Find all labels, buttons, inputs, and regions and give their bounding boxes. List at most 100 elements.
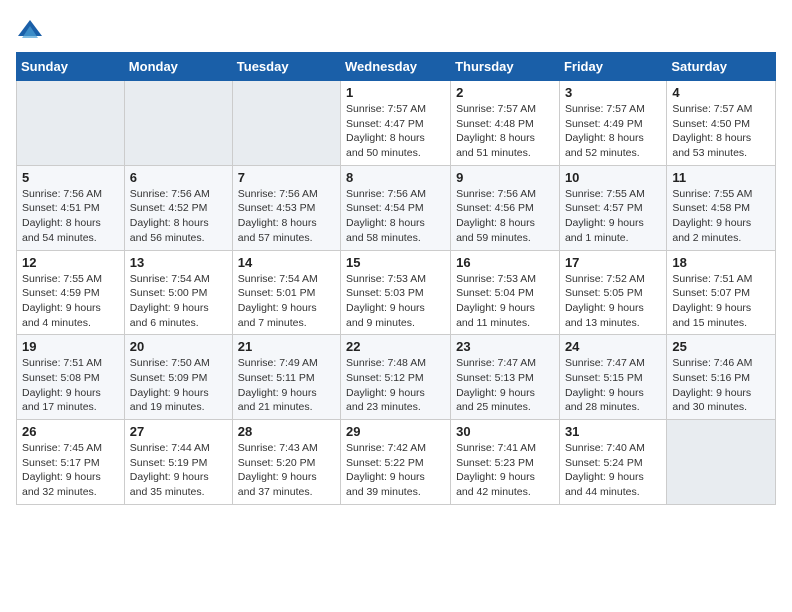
day-number: 1 bbox=[346, 85, 445, 100]
day-info: Sunrise: 7:57 AM Sunset: 4:48 PM Dayligh… bbox=[456, 102, 554, 161]
day-number: 30 bbox=[456, 424, 554, 439]
calendar-cell: 9 Sunrise: 7:56 AM Sunset: 4:56 PM Daylig… bbox=[451, 165, 560, 250]
day-info: Sunrise: 7:54 AM Sunset: 5:00 PM Dayligh… bbox=[130, 272, 227, 331]
calendar-cell: 3 Sunrise: 7:57 AM Sunset: 4:49 PM Daylig… bbox=[559, 81, 666, 166]
calendar-cell: 21 Sunrise: 7:49 AM Sunset: 5:11 PM Dayli… bbox=[232, 335, 340, 420]
day-number: 3 bbox=[565, 85, 661, 100]
calendar-cell: 4Sunrise: 7:57 AM Sunset: 4:50 PM Daylig… bbox=[667, 81, 776, 166]
day-number: 26 bbox=[22, 424, 119, 439]
day-info: Sunrise: 7:55 AM Sunset: 4:59 PM Dayligh… bbox=[22, 272, 119, 331]
day-number: 7 bbox=[238, 170, 335, 185]
day-number: 27 bbox=[130, 424, 227, 439]
day-info: Sunrise: 7:56 AM Sunset: 4:52 PM Dayligh… bbox=[130, 187, 227, 246]
calendar-cell: 13 Sunrise: 7:54 AM Sunset: 5:00 PM Dayli… bbox=[124, 250, 232, 335]
day-number: 10 bbox=[565, 170, 661, 185]
day-info: Sunrise: 7:54 AM Sunset: 5:01 PM Dayligh… bbox=[238, 272, 335, 331]
day-number: 11 bbox=[672, 170, 770, 185]
day-number: 25 bbox=[672, 339, 770, 354]
day-number: 23 bbox=[456, 339, 554, 354]
day-info: Sunrise: 7:55 AM Sunset: 4:57 PM Dayligh… bbox=[565, 187, 661, 246]
calendar-cell: 30 Sunrise: 7:41 AM Sunset: 5:23 PM Dayli… bbox=[451, 420, 560, 505]
calendar-cell: 15 Sunrise: 7:53 AM Sunset: 5:03 PM Dayli… bbox=[341, 250, 451, 335]
day-info: Sunrise: 7:47 AM Sunset: 5:13 PM Dayligh… bbox=[456, 356, 554, 415]
calendar-cell: 27 Sunrise: 7:44 AM Sunset: 5:19 PM Dayli… bbox=[124, 420, 232, 505]
calendar-cell: 22 Sunrise: 7:48 AM Sunset: 5:12 PM Dayli… bbox=[341, 335, 451, 420]
day-number: 16 bbox=[456, 255, 554, 270]
day-number: 12 bbox=[22, 255, 119, 270]
day-info: Sunrise: 7:50 AM Sunset: 5:09 PM Dayligh… bbox=[130, 356, 227, 415]
day-number: 14 bbox=[238, 255, 335, 270]
calendar-cell: 24 Sunrise: 7:47 AM Sunset: 5:15 PM Dayli… bbox=[559, 335, 666, 420]
calendar-cell: 18 Sunrise: 7:51 AM Sunset: 5:07 PM Dayli… bbox=[667, 250, 776, 335]
day-number: 19 bbox=[22, 339, 119, 354]
day-info: Sunrise: 7:56 AM Sunset: 4:51 PM Dayligh… bbox=[22, 187, 119, 246]
calendar-cell: 10 Sunrise: 7:55 AM Sunset: 4:57 PM Dayli… bbox=[559, 165, 666, 250]
day-info: Sunrise: 7:53 AM Sunset: 5:03 PM Dayligh… bbox=[346, 272, 445, 331]
calendar-day-header: Sunday bbox=[17, 53, 125, 81]
calendar-cell bbox=[667, 420, 776, 505]
calendar-day-header: Monday bbox=[124, 53, 232, 81]
calendar-cell: 11 Sunrise: 7:55 AM Sunset: 4:58 PM Dayli… bbox=[667, 165, 776, 250]
calendar-day-header: Tuesday bbox=[232, 53, 340, 81]
calendar-day-header: Saturday bbox=[667, 53, 776, 81]
calendar-cell: 12 Sunrise: 7:55 AM Sunset: 4:59 PM Dayli… bbox=[17, 250, 125, 335]
calendar-cell bbox=[232, 81, 340, 166]
calendar-day-header: Wednesday bbox=[341, 53, 451, 81]
logo-icon bbox=[16, 16, 44, 44]
calendar-cell: 16 Sunrise: 7:53 AM Sunset: 5:04 PM Dayli… bbox=[451, 250, 560, 335]
day-number: 20 bbox=[130, 339, 227, 354]
calendar-cell bbox=[17, 81, 125, 166]
calendar-cell: 31 Sunrise: 7:40 AM Sunset: 5:24 PM Dayli… bbox=[559, 420, 666, 505]
day-info: Sunrise: 7:57 AM Sunset: 4:47 PM Dayligh… bbox=[346, 102, 445, 161]
calendar-week-row: 5 Sunrise: 7:56 AM Sunset: 4:51 PM Daylig… bbox=[17, 165, 776, 250]
day-info: Sunrise: 7:57 AM Sunset: 4:50 PM Dayligh… bbox=[672, 102, 770, 161]
day-info: Sunrise: 7:44 AM Sunset: 5:19 PM Dayligh… bbox=[130, 441, 227, 500]
calendar-day-header: Friday bbox=[559, 53, 666, 81]
day-info: Sunrise: 7:56 AM Sunset: 4:56 PM Dayligh… bbox=[456, 187, 554, 246]
day-number: 24 bbox=[565, 339, 661, 354]
day-number: 8 bbox=[346, 170, 445, 185]
day-number: 9 bbox=[456, 170, 554, 185]
day-number: 15 bbox=[346, 255, 445, 270]
calendar-cell: 5 Sunrise: 7:56 AM Sunset: 4:51 PM Daylig… bbox=[17, 165, 125, 250]
day-number: 29 bbox=[346, 424, 445, 439]
day-info: Sunrise: 7:53 AM Sunset: 5:04 PM Dayligh… bbox=[456, 272, 554, 331]
day-number: 31 bbox=[565, 424, 661, 439]
calendar-cell: 8 Sunrise: 7:56 AM Sunset: 4:54 PM Daylig… bbox=[341, 165, 451, 250]
calendar-week-row: 12 Sunrise: 7:55 AM Sunset: 4:59 PM Dayli… bbox=[17, 250, 776, 335]
calendar-cell: 7Sunrise: 7:56 AM Sunset: 4:53 PM Daylig… bbox=[232, 165, 340, 250]
calendar-cell: 1 Sunrise: 7:57 AM Sunset: 4:47 PM Daylig… bbox=[341, 81, 451, 166]
day-info: Sunrise: 7:57 AM Sunset: 4:49 PM Dayligh… bbox=[565, 102, 661, 161]
day-info: Sunrise: 7:52 AM Sunset: 5:05 PM Dayligh… bbox=[565, 272, 661, 331]
day-info: Sunrise: 7:49 AM Sunset: 5:11 PM Dayligh… bbox=[238, 356, 335, 415]
day-number: 18 bbox=[672, 255, 770, 270]
day-info: Sunrise: 7:43 AM Sunset: 5:20 PM Dayligh… bbox=[238, 441, 335, 500]
calendar-cell: 17 Sunrise: 7:52 AM Sunset: 5:05 PM Dayli… bbox=[559, 250, 666, 335]
day-info: Sunrise: 7:55 AM Sunset: 4:58 PM Dayligh… bbox=[672, 187, 770, 246]
calendar-week-row: 26Sunrise: 7:45 AM Sunset: 5:17 PM Dayli… bbox=[17, 420, 776, 505]
day-number: 22 bbox=[346, 339, 445, 354]
day-number: 17 bbox=[565, 255, 661, 270]
calendar-cell: 28 Sunrise: 7:43 AM Sunset: 5:20 PM Dayli… bbox=[232, 420, 340, 505]
calendar-cell: 19Sunrise: 7:51 AM Sunset: 5:08 PM Dayli… bbox=[17, 335, 125, 420]
calendar-cell: 23 Sunrise: 7:47 AM Sunset: 5:13 PM Dayli… bbox=[451, 335, 560, 420]
day-info: Sunrise: 7:56 AM Sunset: 4:54 PM Dayligh… bbox=[346, 187, 445, 246]
calendar-cell: 29Sunrise: 7:42 AM Sunset: 5:22 PM Dayli… bbox=[341, 420, 451, 505]
day-info: Sunrise: 7:41 AM Sunset: 5:23 PM Dayligh… bbox=[456, 441, 554, 500]
calendar-table: SundayMondayTuesdayWednesdayThursdayFrid… bbox=[16, 52, 776, 505]
calendar-cell: 20 Sunrise: 7:50 AM Sunset: 5:09 PM Dayli… bbox=[124, 335, 232, 420]
day-number: 21 bbox=[238, 339, 335, 354]
day-number: 28 bbox=[238, 424, 335, 439]
day-number: 13 bbox=[130, 255, 227, 270]
day-info: Sunrise: 7:48 AM Sunset: 5:12 PM Dayligh… bbox=[346, 356, 445, 415]
day-number: 5 bbox=[22, 170, 119, 185]
day-info: Sunrise: 7:47 AM Sunset: 5:15 PM Dayligh… bbox=[565, 356, 661, 415]
calendar-week-row: 19Sunrise: 7:51 AM Sunset: 5:08 PM Dayli… bbox=[17, 335, 776, 420]
logo bbox=[16, 16, 48, 44]
day-info: Sunrise: 7:51 AM Sunset: 5:07 PM Dayligh… bbox=[672, 272, 770, 331]
calendar-cell bbox=[124, 81, 232, 166]
day-number: 2 bbox=[456, 85, 554, 100]
calendar-cell: 14 Sunrise: 7:54 AM Sunset: 5:01 PM Dayli… bbox=[232, 250, 340, 335]
day-info: Sunrise: 7:46 AM Sunset: 5:16 PM Dayligh… bbox=[672, 356, 770, 415]
day-info: Sunrise: 7:40 AM Sunset: 5:24 PM Dayligh… bbox=[565, 441, 661, 500]
